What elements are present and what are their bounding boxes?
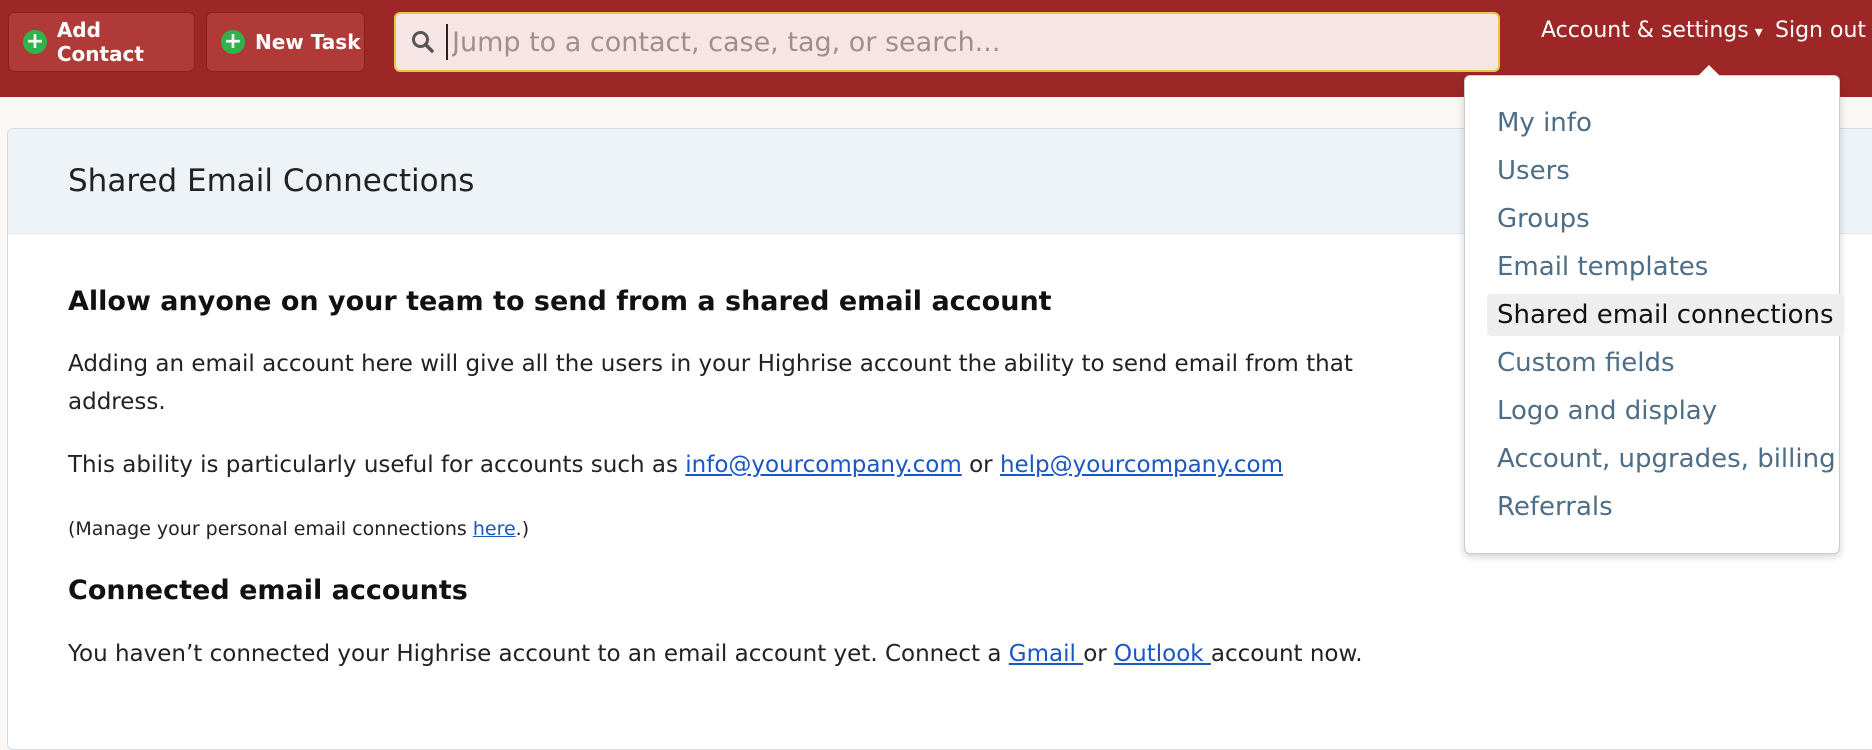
add-contact-label: Add Contact bbox=[56, 18, 144, 66]
connected-accounts-heading: Connected email accounts bbox=[68, 575, 468, 606]
search-box[interactable] bbox=[394, 12, 1500, 72]
help-email-link[interactable]: help@yourcompany.com bbox=[1000, 452, 1283, 478]
manage-here-link[interactable]: here bbox=[473, 518, 516, 540]
menu-item-logo-and-display[interactable]: Logo and display bbox=[1487, 390, 1727, 432]
account-settings-label: Account & settings bbox=[1541, 18, 1749, 43]
intro-line-1: Adding an email account here will give a… bbox=[68, 351, 1353, 377]
menu-item-custom-fields[interactable]: Custom fields bbox=[1487, 342, 1685, 384]
menu-item-users[interactable]: Users bbox=[1487, 150, 1580, 192]
gmail-link[interactable]: Gmail bbox=[1009, 641, 1083, 667]
info-email-link[interactable]: info@yourcompany.com bbox=[685, 452, 962, 478]
caret-down-icon: ▾ bbox=[1754, 22, 1763, 41]
menu-item-groups[interactable]: Groups bbox=[1487, 198, 1600, 240]
menu-item-email-templates[interactable]: Email templates bbox=[1487, 246, 1718, 288]
page-title: Shared Email Connections bbox=[68, 163, 475, 199]
manage-personal-connections-note: (Manage your personal email connections … bbox=[68, 510, 529, 548]
plus-circle-icon: + bbox=[23, 30, 47, 54]
useful-accounts-paragraph: This ability is particularly useful for … bbox=[68, 446, 1283, 484]
menu-item-referrals[interactable]: Referrals bbox=[1487, 486, 1623, 528]
text-cursor bbox=[446, 24, 448, 60]
search-input[interactable] bbox=[450, 25, 1454, 59]
intro-line-2: address. bbox=[68, 389, 166, 415]
manage-suffix: .) bbox=[515, 518, 530, 540]
new-task-label: New Task bbox=[255, 30, 361, 54]
connect-suffix: account now. bbox=[1210, 641, 1363, 667]
shared-account-heading: Allow anyone on your team to send from a… bbox=[68, 286, 1052, 317]
new-task-button[interactable]: + New Task bbox=[206, 12, 365, 72]
account-settings-menu-button[interactable]: Account & settings ▾ bbox=[1541, 18, 1763, 43]
menu-item-my-info[interactable]: My info bbox=[1487, 102, 1602, 144]
sign-out-link[interactable]: Sign out bbox=[1775, 18, 1866, 43]
dropdown-pointer bbox=[1697, 65, 1721, 77]
connect-account-paragraph: You haven’t connected your Highrise acco… bbox=[68, 635, 1363, 673]
intro-paragraph: Adding an email account here will give a… bbox=[68, 345, 1353, 421]
search-icon bbox=[412, 31, 434, 53]
connect-prefix: You haven’t connected your Highrise acco… bbox=[68, 641, 1009, 667]
account-settings-dropdown: My info Users Groups Email templates Sha… bbox=[1464, 65, 1844, 554]
connect-or: or bbox=[1083, 641, 1115, 667]
add-contact-button[interactable]: + Add Contact bbox=[8, 12, 195, 72]
plus-circle-icon: + bbox=[221, 30, 245, 54]
menu-item-shared-email-connections[interactable]: Shared email connections bbox=[1487, 294, 1844, 336]
useful-or: or bbox=[961, 452, 1000, 478]
manage-prefix: (Manage your personal email connections bbox=[68, 518, 473, 540]
menu-item-account-upgrades-billing[interactable]: Account, upgrades, billing bbox=[1487, 438, 1846, 480]
outlook-link[interactable]: Outlook bbox=[1114, 641, 1211, 667]
useful-prefix: This ability is particularly useful for … bbox=[68, 452, 686, 478]
